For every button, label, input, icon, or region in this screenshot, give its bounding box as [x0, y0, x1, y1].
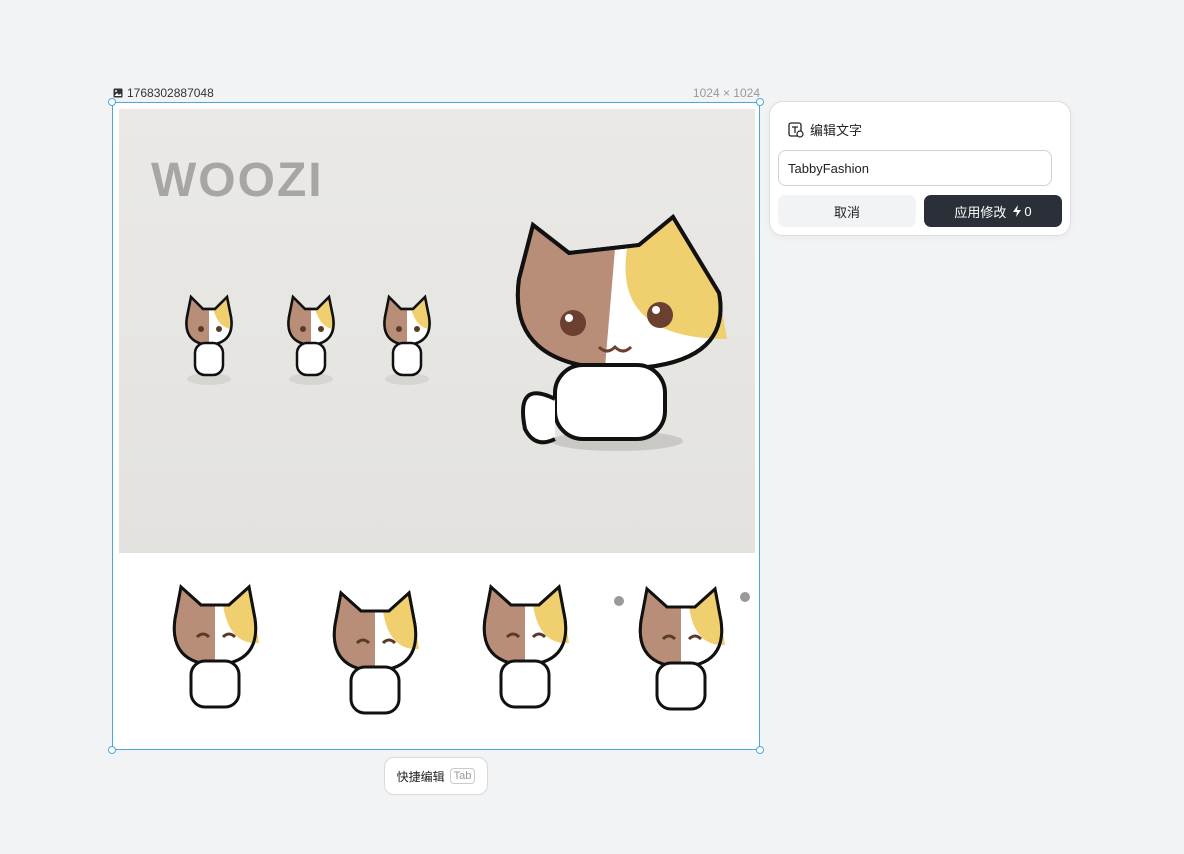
shortcut-key: Tab — [449, 768, 476, 784]
resize-handle-bottom-left[interactable] — [108, 746, 116, 754]
resize-handle-top-right[interactable] — [756, 98, 764, 106]
image-name: 1768302887048 — [127, 86, 214, 100]
resize-handle-bottom-right[interactable] — [756, 746, 764, 754]
edit-text-header: 编辑文字 — [788, 120, 862, 139]
cat-illustrations — [185, 213, 727, 451]
resize-handle-top-left[interactable] — [108, 98, 116, 106]
quick-edit-button[interactable]: 快捷编辑 Tab — [384, 757, 488, 795]
image-dimensions: 1024 × 1024 — [692, 86, 760, 100]
lightning-icon: 0 — [1012, 203, 1032, 219]
sticker-strip — [119, 559, 755, 745]
apply-changes-button[interactable]: 应用修改 0 — [924, 195, 1062, 227]
apply-changes-label: 应用修改 — [954, 204, 1007, 220]
edit-text-title: 编辑文字 — [810, 123, 863, 138]
cat-stickers — [172, 585, 750, 715]
selected-image-frame[interactable]: WOOZI — [108, 98, 764, 754]
apply-cost: 0 — [1024, 203, 1032, 219]
image-icon — [113, 88, 123, 98]
edit-text-input[interactable] — [778, 150, 1052, 186]
edit-text-icon — [788, 121, 804, 138]
cancel-button[interactable]: 取消 — [778, 195, 916, 227]
image-label: 1768302887048 — [113, 86, 214, 100]
quick-edit-label: 快捷编辑 — [396, 769, 445, 784]
artwork-image: WOOZI — [119, 109, 755, 553]
edit-text-panel: 编辑文字 取消 应用修改 0 — [769, 101, 1071, 236]
